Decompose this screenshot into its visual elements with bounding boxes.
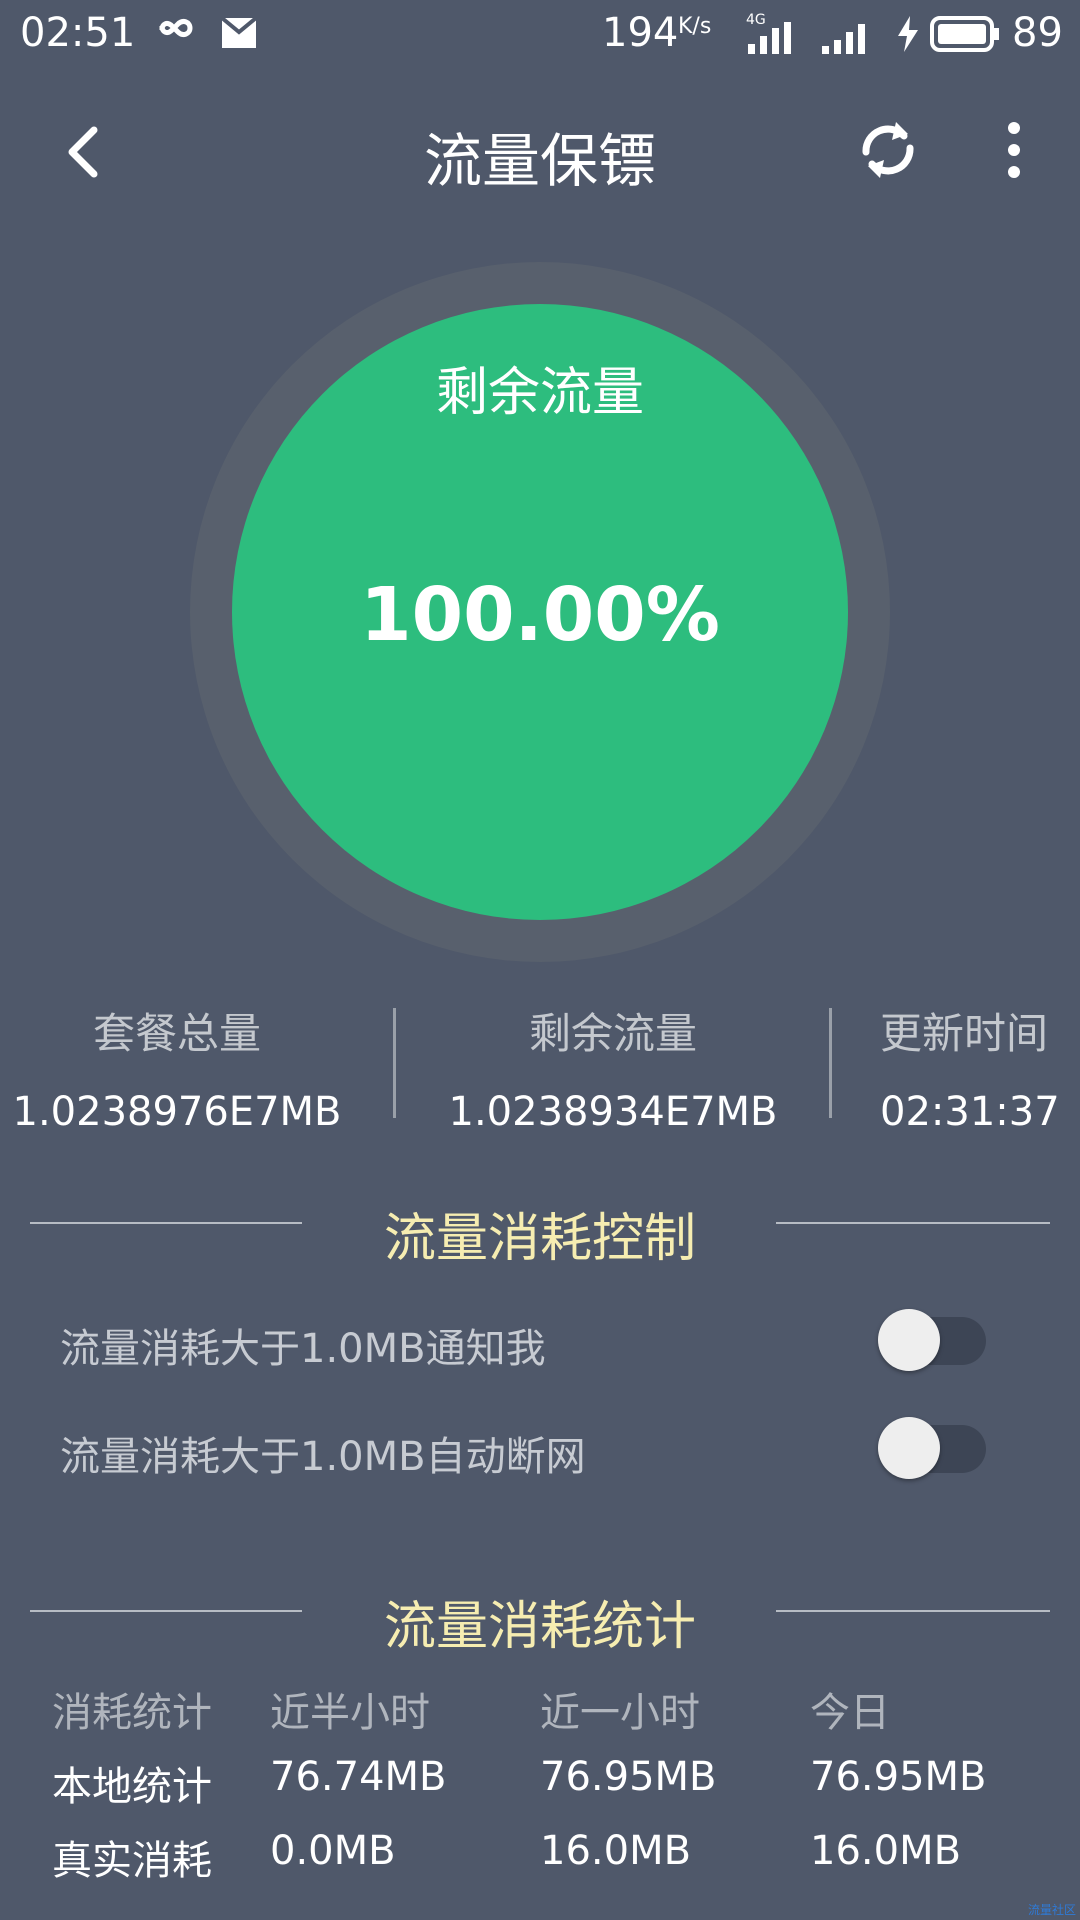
table-cell: 0.0MB [270, 1828, 396, 1874]
stat-value: 02:31:37 [880, 1089, 1060, 1135]
mail-icon [220, 12, 260, 62]
stat-update-time: 更新时间 02:31:37 [880, 1000, 1080, 1135]
status-bar: 02:51 194 K/s 4G 89 [0, 0, 1080, 66]
section-title-statistics: 流量消耗统计 [383, 1597, 696, 1657]
stat-label: 套餐总量 [92, 1009, 261, 1058]
stat-label: 更新时间 [880, 1009, 1049, 1058]
more-icon[interactable] [996, 114, 1032, 186]
toggle-knob [878, 1309, 940, 1371]
infinity-icon [148, 10, 202, 60]
section-title-control: 流量消耗控制 [383, 1209, 696, 1269]
table-row-label: 真实消耗 [52, 1838, 212, 1884]
gauge-value: 100.00% [360, 572, 720, 658]
watermark: 流量社区 [1027, 1903, 1076, 1917]
divider [393, 1008, 396, 1118]
table-cell: 16.0MB [540, 1828, 692, 1874]
toggle-knob [878, 1417, 940, 1479]
status-time: 02:51 [20, 10, 136, 56]
gauge-label: 剩余流量 [435, 363, 644, 423]
stat-value: 1.0238976E7MB [12, 1089, 342, 1135]
notify-setting-label: 流量消耗大于1.0MB通知我 [60, 1326, 546, 1372]
charging-icon [896, 16, 920, 62]
disconnect-setting-label: 流量消耗大于1.0MB自动断网 [60, 1434, 586, 1480]
divider [829, 1008, 832, 1118]
table-cell: 76.95MB [540, 1754, 717, 1800]
table-header: 消耗统计 [52, 1690, 212, 1736]
table-header: 今日 [810, 1690, 890, 1736]
disconnect-toggle[interactable] [878, 1417, 986, 1479]
table-header: 近半小时 [270, 1690, 430, 1736]
stat-remaining: 剩余流量 1.0238934E7MB [436, 1000, 790, 1135]
signal-icon [748, 18, 794, 64]
app-bar: 流量保镖 [0, 90, 1080, 210]
signal-icon [822, 18, 872, 64]
divider [776, 1610, 1050, 1612]
divider [776, 1222, 1050, 1224]
speed-unit: K/s [678, 14, 712, 39]
table-cell: 16.0MB [810, 1828, 962, 1874]
stat-total: 套餐总量 1.0238976E7MB [0, 1000, 354, 1135]
refresh-icon[interactable] [852, 112, 924, 188]
notify-toggle[interactable] [878, 1309, 986, 1371]
network-speed: 194 [602, 10, 679, 56]
stat-label: 剩余流量 [528, 1009, 697, 1058]
table-cell: 76.74MB [270, 1754, 447, 1800]
battery-icon [928, 14, 1000, 64]
battery-level: 89 [1012, 10, 1063, 56]
stat-value: 1.0238934E7MB [448, 1089, 778, 1135]
table-row-label: 本地统计 [52, 1764, 212, 1810]
table-cell: 76.95MB [810, 1754, 987, 1800]
table-header: 近一小时 [540, 1690, 700, 1736]
